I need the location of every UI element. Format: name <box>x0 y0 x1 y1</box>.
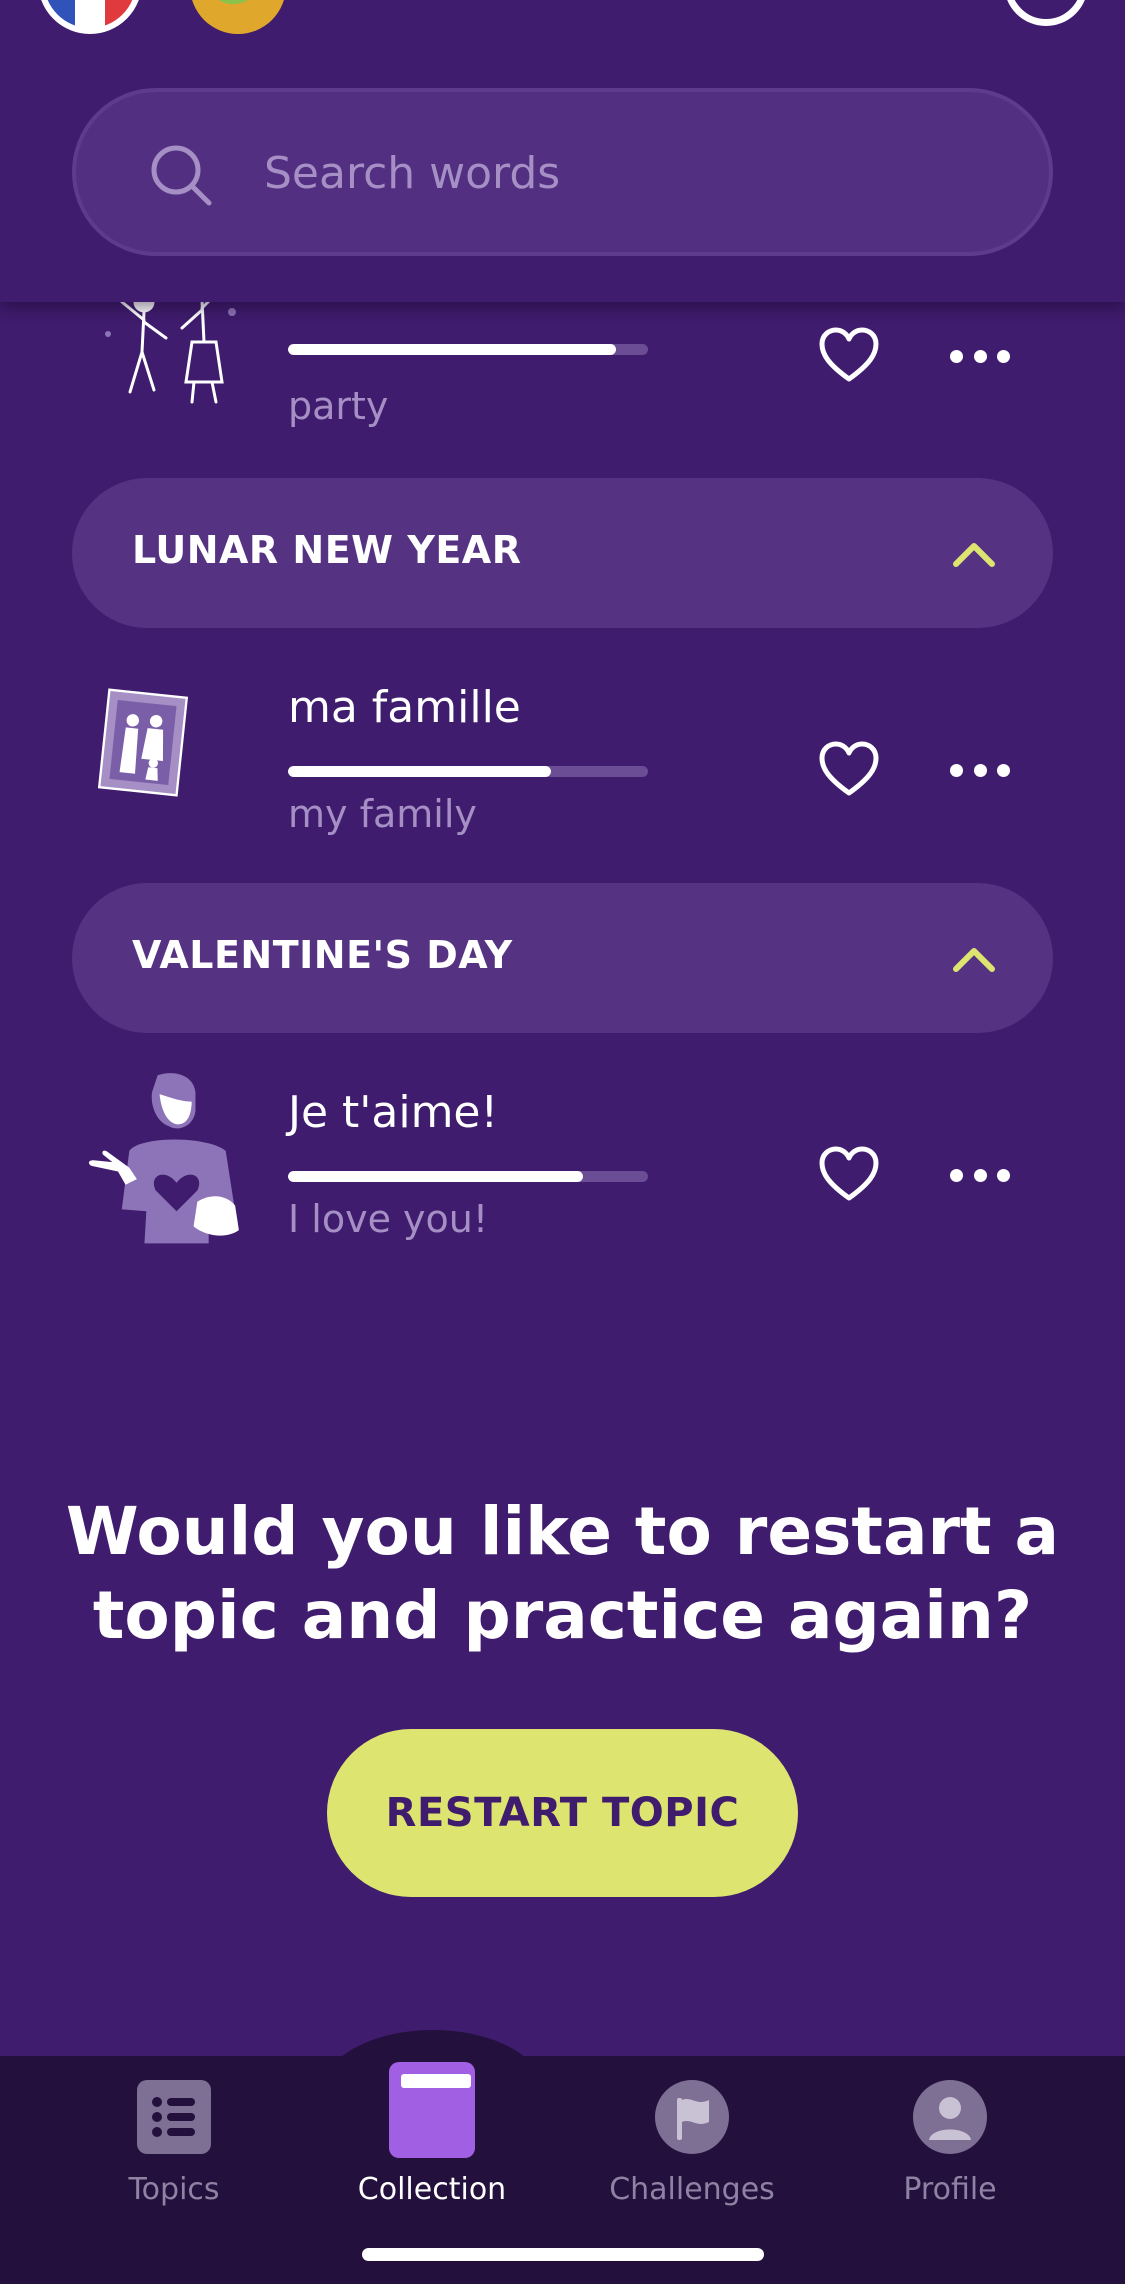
heart-icon[interactable] <box>818 326 880 384</box>
section-header-lunar-new-year[interactable]: LUNAR NEW YEAR <box>72 478 1053 628</box>
word-row-je-t-aime[interactable]: Je t'aime! I love you! <box>0 1069 1125 1289</box>
tab-topics[interactable]: Topics <box>44 2056 304 2256</box>
person-icon <box>913 2080 987 2154</box>
word-title: Je t'aime! <box>288 1087 499 1138</box>
tab-label: Challenges <box>609 2172 775 2207</box>
word-title: ma famille <box>288 682 521 733</box>
word-progress-bar <box>288 1171 648 1182</box>
tab-collection[interactable]: Collection <box>302 2056 562 2256</box>
chevron-up-icon[interactable] <box>948 933 1000 983</box>
search-bar[interactable] <box>72 88 1053 256</box>
tab-profile[interactable]: Profile <box>820 2056 1080 2256</box>
restart-prompt-text: Would you like to restart a topic and pr… <box>65 1493 1060 1654</box>
tab-label: Profile <box>903 2172 997 2207</box>
word-translation: I love you! <box>288 1197 489 1241</box>
restart-topic-button[interactable]: RESTART TOPIC <box>327 1729 798 1897</box>
tab-label: Collection <box>357 2172 507 2207</box>
header <box>0 0 1125 302</box>
more-options-icon[interactable] <box>950 332 1010 380</box>
person-heart-illustration <box>88 1073 239 1244</box>
french-flag-icon[interactable] <box>38 0 142 34</box>
section-header-valentines-day[interactable]: VALENTINE'S DAY <box>72 883 1053 1033</box>
heart-icon[interactable] <box>818 740 880 798</box>
search-icon <box>151 145 212 206</box>
word-progress-fill <box>288 344 616 355</box>
section-title: LUNAR NEW YEAR <box>132 528 522 572</box>
search-input[interactable] <box>264 128 964 218</box>
word-row-ma-famille[interactable]: ma famille my family <box>0 664 1125 884</box>
flag-icon <box>655 2080 729 2154</box>
word-progress-fill <box>288 766 551 777</box>
word-progress-bar <box>288 344 648 355</box>
book-icon <box>389 2062 475 2158</box>
word-translation: party <box>288 384 389 428</box>
word-translation: my family <box>288 792 477 836</box>
home-indicator[interactable] <box>362 2248 764 2261</box>
list-icon <box>137 2080 211 2154</box>
word-progress-bar <box>288 766 648 777</box>
word-progress-fill <box>288 1171 584 1182</box>
chevron-up-icon[interactable] <box>948 528 1000 578</box>
family-photo-illustration <box>97 688 189 797</box>
progress-ring-icon[interactable] <box>1004 0 1088 26</box>
heart-icon[interactable] <box>818 1145 880 1203</box>
more-options-icon[interactable] <box>950 746 1010 794</box>
tab-label: Topics <box>128 2172 220 2207</box>
tab-challenges[interactable]: Challenges <box>562 2056 822 2256</box>
section-title: VALENTINE'S DAY <box>132 933 513 977</box>
streak-coin-icon[interactable] <box>190 0 286 34</box>
more-options-icon[interactable] <box>950 1151 1010 1199</box>
